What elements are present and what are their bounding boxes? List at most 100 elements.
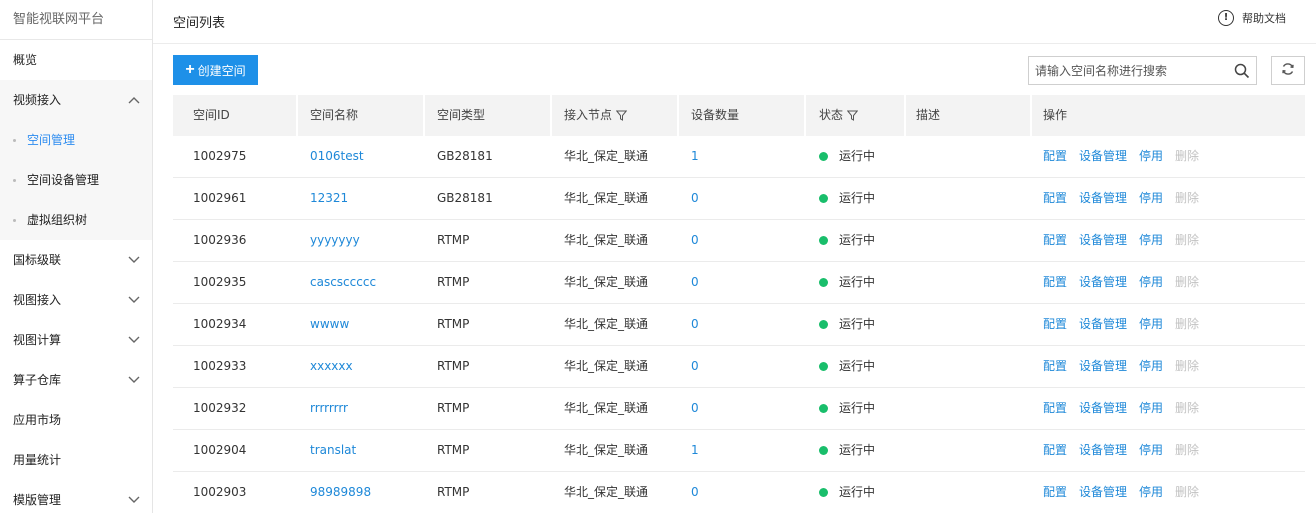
- column-header[interactable]: 接入节点: [552, 95, 679, 136]
- space-name-link-cell: xxxxxx: [298, 346, 425, 387]
- access-node: 华北_保定_联通: [564, 149, 649, 163]
- device-count-link[interactable]: 0: [691, 304, 699, 345]
- config-button[interactable]: 配置: [1043, 262, 1067, 303]
- space-name-link[interactable]: wwww: [310, 304, 349, 345]
- device-count-link[interactable]: 0: [691, 472, 699, 513]
- refresh-button[interactable]: [1271, 56, 1305, 85]
- description-cell: [906, 178, 1032, 219]
- space-name-link[interactable]: 12321: [310, 178, 348, 219]
- space-type-cell: RTMP: [425, 388, 552, 429]
- sidebar-item-video-access[interactable]: 视频接入: [0, 80, 152, 120]
- disable-button[interactable]: 停用: [1139, 472, 1163, 513]
- space-name-link[interactable]: 0106test: [310, 136, 364, 177]
- sidebar-subitem-virtual-org-tree[interactable]: 虚拟组织树: [0, 200, 152, 240]
- config-button[interactable]: 配置: [1043, 178, 1067, 219]
- sidebar-item-label: 视图计算: [13, 333, 62, 347]
- space-name-link[interactable]: translat: [310, 430, 356, 471]
- sidebar-item[interactable]: 用量统计: [0, 440, 152, 480]
- sidebar-item[interactable]: 视图计算: [0, 320, 152, 360]
- disable-button[interactable]: 停用: [1139, 178, 1163, 219]
- device-count-link[interactable]: 1: [691, 430, 699, 471]
- space-type: RTMP: [437, 233, 470, 247]
- delete-button: 删除: [1175, 275, 1200, 289]
- device-count-link[interactable]: 0: [691, 178, 699, 219]
- device-management-button[interactable]: 设备管理: [1079, 178, 1127, 219]
- disable-button[interactable]: 停用: [1139, 136, 1163, 177]
- device-count-link-cell: 0: [679, 304, 806, 345]
- config-button[interactable]: 配置: [1043, 346, 1067, 387]
- config-button[interactable]: 配置: [1043, 220, 1067, 261]
- space-id: 1002935: [193, 275, 247, 289]
- device-count-link[interactable]: 1: [691, 136, 699, 177]
- filter-icon[interactable]: [847, 110, 859, 121]
- status-dot-icon: [819, 446, 828, 455]
- table-body: 1002975 0106test GB28181 华北_保定_联通 1 运行中 配置 设备管理…: [173, 136, 1305, 513]
- device-management-button[interactable]: 设备管理: [1079, 430, 1127, 471]
- search-input[interactable]: [1029, 57, 1228, 84]
- config-button[interactable]: 配置: [1043, 388, 1067, 429]
- status-dot-icon: [819, 278, 828, 287]
- config-button[interactable]: 配置: [1043, 472, 1067, 513]
- sidebar-item[interactable]: 模版管理: [0, 480, 152, 513]
- disable-button[interactable]: 停用: [1139, 262, 1163, 303]
- device-management-button[interactable]: 设备管理: [1079, 304, 1127, 345]
- disable-button[interactable]: 停用: [1139, 346, 1163, 387]
- sidebar-item[interactable]: 国标级联: [0, 240, 152, 280]
- column-header: 空间ID: [173, 95, 298, 136]
- column-header: 操作: [1032, 95, 1305, 136]
- device-management-button[interactable]: 设备管理: [1079, 220, 1127, 261]
- sidebar-item[interactable]: 应用市场: [0, 400, 152, 440]
- column-header-label: 空间ID: [193, 108, 230, 122]
- space-name-link[interactable]: xxxxxx: [310, 346, 353, 387]
- space-name-link[interactable]: 98989898: [310, 472, 371, 513]
- device-management-button[interactable]: 设备管理: [1079, 472, 1127, 513]
- status-text: 运行中: [839, 401, 876, 415]
- sidebar-item-label: 模版管理: [13, 493, 62, 507]
- status-text: 运行中: [839, 485, 876, 499]
- status-dot-icon: [819, 362, 828, 371]
- access-node-cell: 华北_保定_联通: [552, 304, 679, 345]
- device-count-link[interactable]: 0: [691, 220, 699, 261]
- space-name-link[interactable]: yyyyyyy: [310, 220, 360, 261]
- config-button[interactable]: 配置: [1043, 304, 1067, 345]
- device-count-link[interactable]: 0: [691, 346, 699, 387]
- device-management-button[interactable]: 设备管理: [1079, 388, 1127, 429]
- actions-cell: 配置 设备管理 停用 删除: [1032, 430, 1305, 471]
- plus-icon: +: [185, 61, 195, 78]
- help-docs-link[interactable]: ! 帮助文档: [1218, 10, 1286, 26]
- sidebar-item[interactable]: 视图接入: [0, 280, 152, 320]
- device-management-button[interactable]: 设备管理: [1079, 262, 1127, 303]
- sidebar-item-overview[interactable]: 概览: [0, 40, 152, 80]
- description-cell: [906, 136, 1032, 177]
- sidebar-subitem-space-device-management[interactable]: 空间设备管理: [0, 160, 152, 200]
- column-header[interactable]: 状态: [806, 95, 906, 136]
- space-id: 1002904: [193, 443, 247, 457]
- space-name-link[interactable]: rrrrrrrr: [310, 388, 348, 429]
- status-dot-icon: [819, 488, 828, 497]
- filter-icon[interactable]: [616, 110, 628, 121]
- sidebar-item[interactable]: 算子仓库: [0, 360, 152, 400]
- column-header: 描述: [906, 95, 1032, 136]
- status-cell: 运行中: [806, 430, 906, 471]
- access-node-cell: 华北_保定_联通: [552, 262, 679, 303]
- space-name-link-cell: translat: [298, 430, 425, 471]
- disable-button[interactable]: 停用: [1139, 220, 1163, 261]
- status-cell: 运行中: [806, 346, 906, 387]
- create-space-button[interactable]: + 创建空间: [173, 55, 258, 85]
- search-icon[interactable]: [1228, 57, 1256, 84]
- access-node: 华北_保定_联通: [564, 191, 649, 205]
- device-management-button[interactable]: 设备管理: [1079, 136, 1127, 177]
- device-count-link[interactable]: 0: [691, 262, 699, 303]
- actions-cell: 配置 设备管理 停用 删除: [1032, 346, 1305, 387]
- disable-button[interactable]: 停用: [1139, 430, 1163, 471]
- sidebar-subitem-space-management[interactable]: 空间管理: [0, 120, 152, 160]
- config-button[interactable]: 配置: [1043, 430, 1067, 471]
- config-button[interactable]: 配置: [1043, 136, 1067, 177]
- disable-button[interactable]: 停用: [1139, 304, 1163, 345]
- space-name-link[interactable]: cascsccccc: [310, 262, 376, 303]
- device-management-button[interactable]: 设备管理: [1079, 346, 1127, 387]
- chevron-down-icon: [126, 360, 142, 400]
- description-cell: [906, 472, 1032, 513]
- disable-button[interactable]: 停用: [1139, 388, 1163, 429]
- device-count-link[interactable]: 0: [691, 388, 699, 429]
